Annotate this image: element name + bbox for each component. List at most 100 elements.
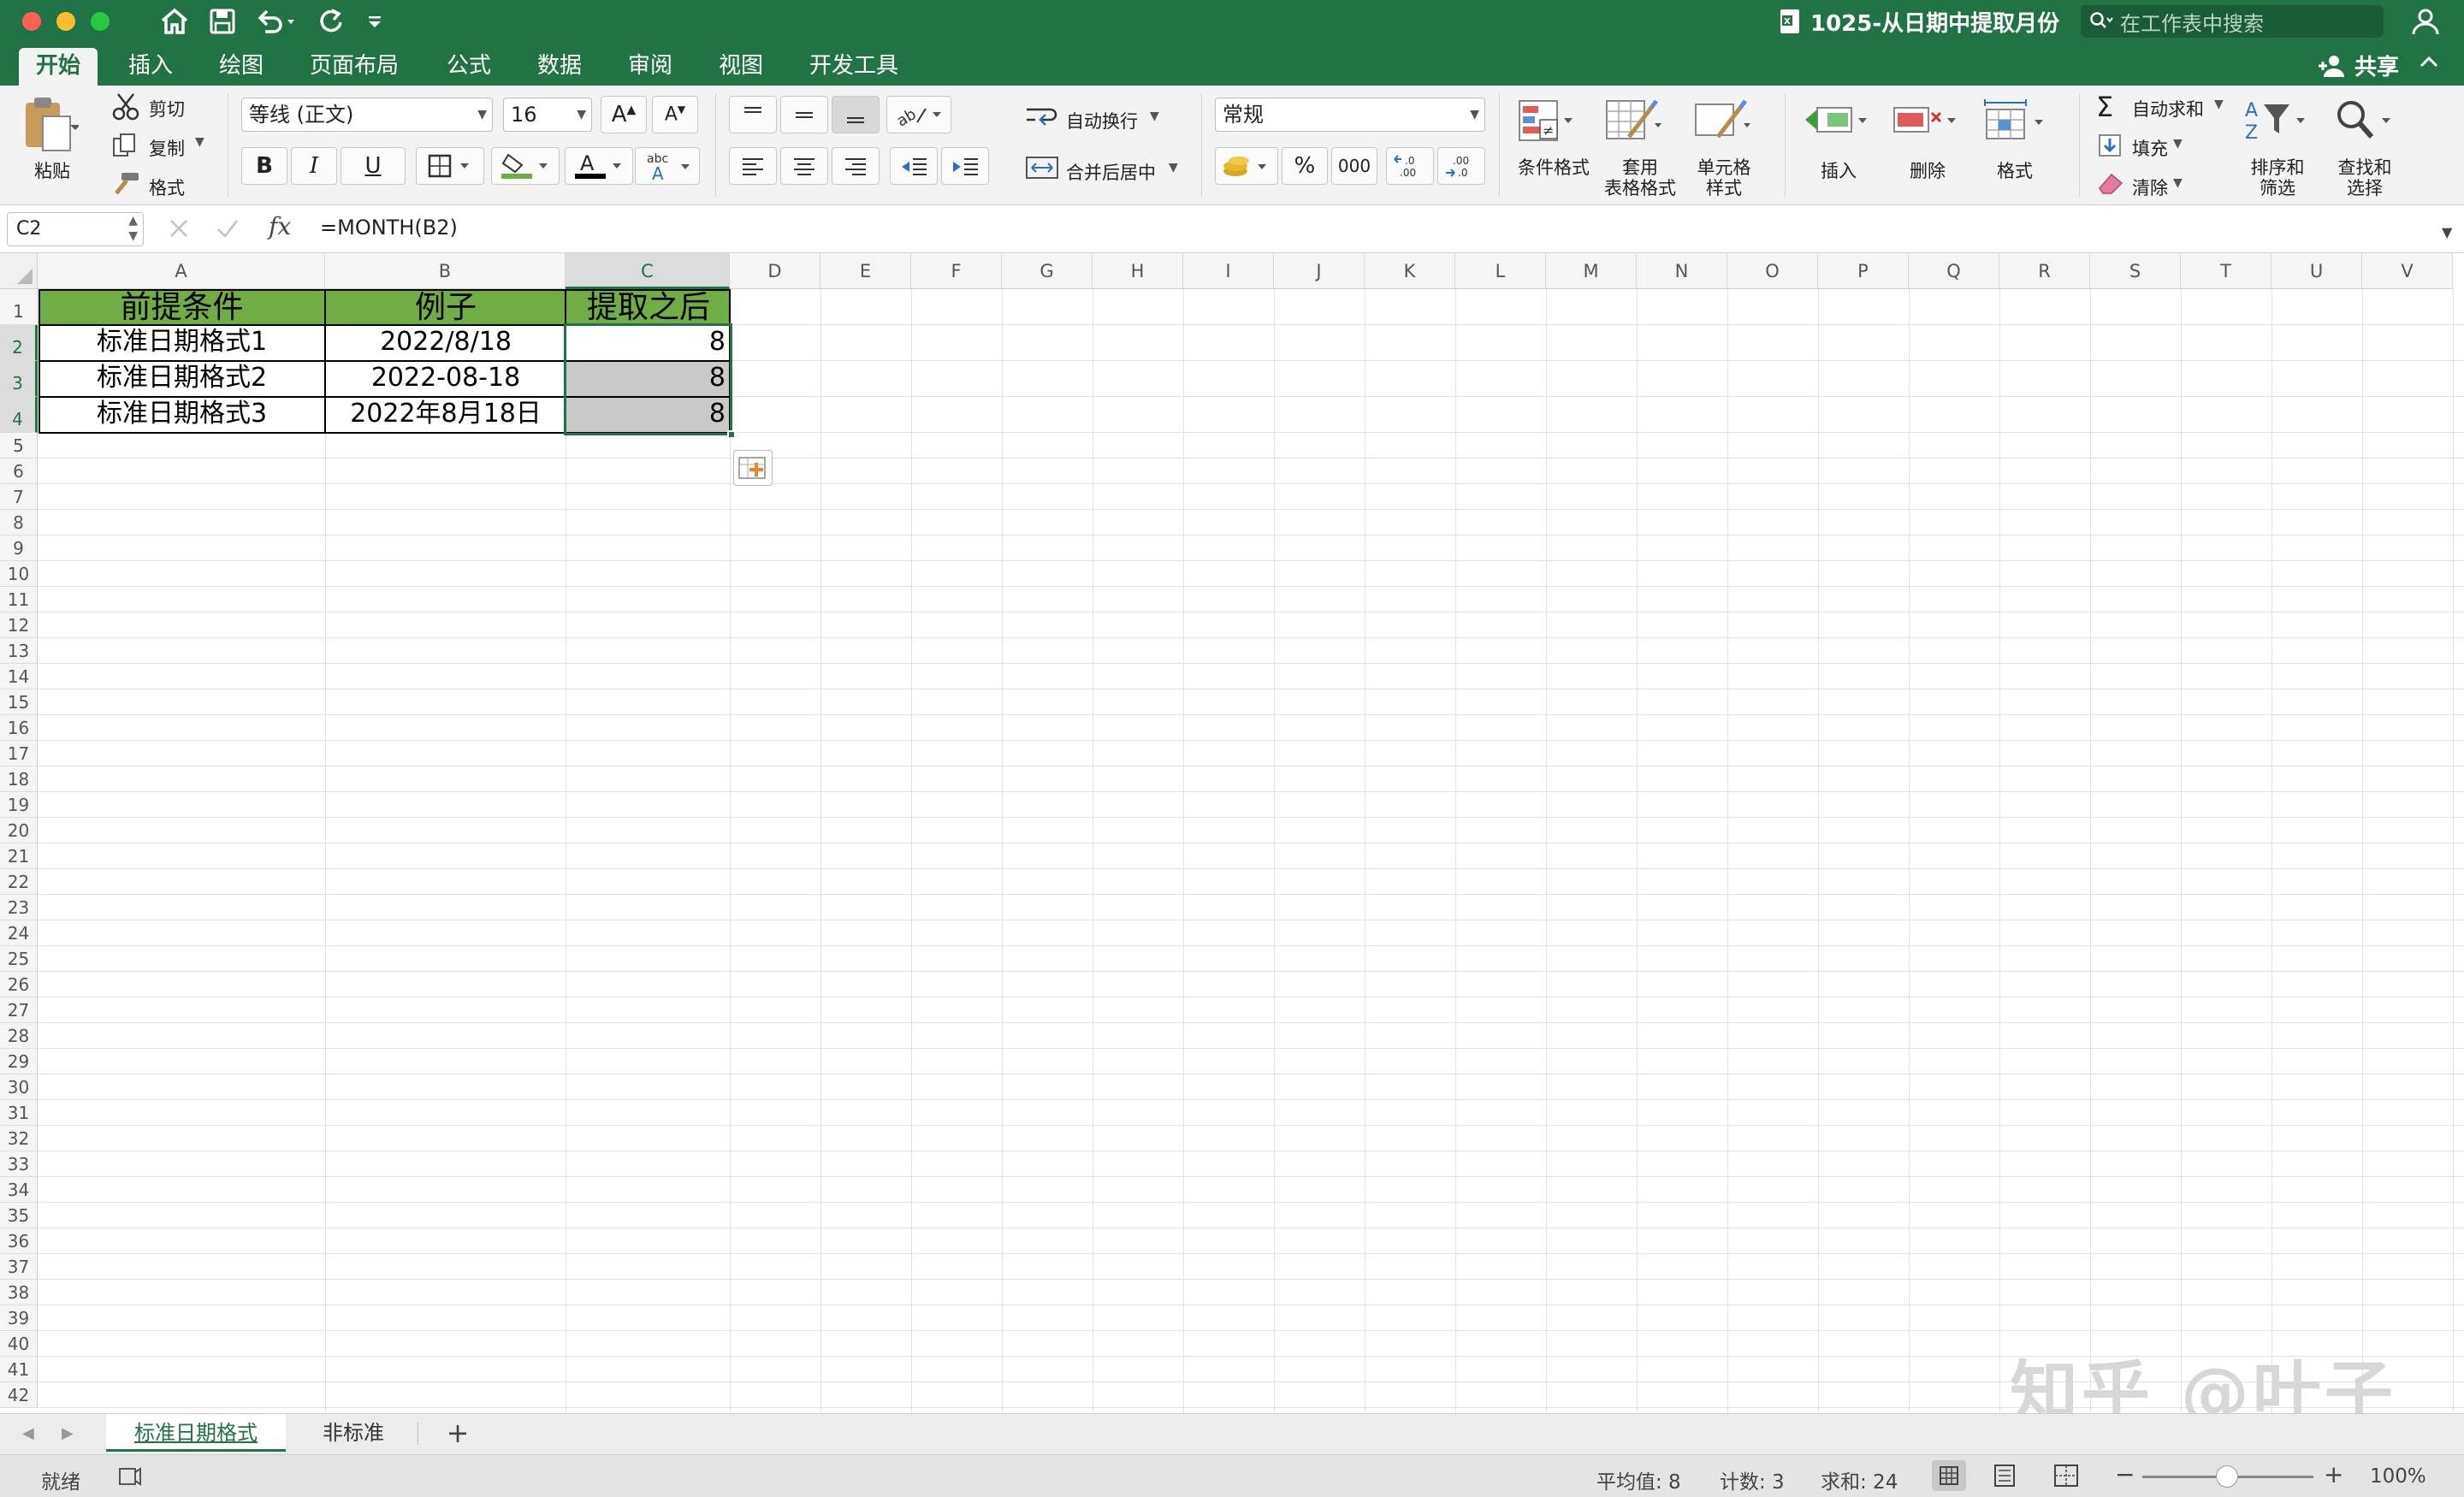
row-header-17[interactable]: 17 <box>0 741 38 766</box>
column-header-n[interactable]: N <box>1637 253 1727 289</box>
collapse-ribbon-icon[interactable] <box>2418 51 2440 77</box>
sort-filter-button[interactable]: 排序和 筛选 <box>2242 157 2313 198</box>
page-layout-view-icon[interactable] <box>1990 1462 2019 1494</box>
row-header-30[interactable]: 30 <box>0 1074 38 1100</box>
italic-button[interactable]: I <box>291 147 337 185</box>
tab-view[interactable]: 视图 <box>702 48 780 86</box>
merge-center-button[interactable]: 合并后居中 <box>1066 159 1156 185</box>
find-select-icon[interactable] <box>2332 98 2401 149</box>
row-header-9[interactable]: 9 <box>0 535 38 561</box>
row-header-8[interactable]: 8 <box>0 510 38 535</box>
quick-analysis-button[interactable] <box>733 450 773 486</box>
comma-style-button[interactable]: 000 <box>1331 147 1377 185</box>
row-header-29[interactable]: 29 <box>0 1049 38 1074</box>
wrap-text-button[interactable]: 自动换行 <box>1066 108 1138 133</box>
column-header-l[interactable]: L <box>1455 253 1546 289</box>
tab-page-layout[interactable]: 页面布局 <box>293 48 416 86</box>
borders-button[interactable] <box>416 147 484 185</box>
align-left-button[interactable] <box>729 147 777 185</box>
format-cells-icon[interactable] <box>1980 98 2053 149</box>
row-header-18[interactable]: 18 <box>0 766 38 792</box>
row-header-33[interactable]: 33 <box>0 1151 38 1177</box>
row-header-16[interactable]: 16 <box>0 715 38 741</box>
row-header-23[interactable]: 23 <box>0 895 38 920</box>
row-header-3[interactable]: 3 <box>0 361 38 397</box>
redo-icon[interactable] <box>317 7 346 36</box>
row-header-24[interactable]: 24 <box>0 920 38 946</box>
row-header-22[interactable]: 22 <box>0 869 38 895</box>
font-color-button[interactable]: A <box>565 147 633 185</box>
tab-formulas[interactable]: 公式 <box>429 48 508 86</box>
row-header-32[interactable]: 32 <box>0 1126 38 1151</box>
align-center-button[interactable] <box>780 147 828 185</box>
add-sheet-button[interactable]: + <box>436 1414 479 1452</box>
bold-button[interactable]: B <box>241 147 287 185</box>
phonetic-button[interactable]: abc A <box>635 147 700 185</box>
row-header-19[interactable]: 19 <box>0 792 38 818</box>
row-header-35[interactable]: 35 <box>0 1203 38 1228</box>
minimize-window-button[interactable] <box>56 12 75 31</box>
cut-icon[interactable] <box>111 92 140 125</box>
row-header-2[interactable]: 2 <box>0 325 38 361</box>
select-all-button[interactable] <box>0 253 38 289</box>
column-header-j[interactable]: J <box>1274 253 1365 289</box>
column-header-c[interactable]: C <box>566 253 730 289</box>
chevron-down-icon[interactable]: ▼ <box>1169 161 1178 175</box>
column-header-i[interactable]: I <box>1183 253 1274 289</box>
row-header-14[interactable]: 14 <box>0 664 38 689</box>
page-break-view-icon[interactable] <box>2052 1462 2081 1494</box>
home-icon[interactable] <box>159 7 190 36</box>
scroll-sheets-left-icon[interactable]: ◀ <box>22 1424 34 1442</box>
zoom-window-button[interactable] <box>91 12 110 31</box>
tab-draw[interactable]: 绘图 <box>202 48 281 86</box>
chevron-down-icon[interactable]: ▼ <box>2173 137 2183 151</box>
paste-button[interactable] <box>19 94 80 157</box>
row-header-6[interactable]: 6 <box>0 459 38 484</box>
delete-cells-icon[interactable] <box>1891 98 1964 149</box>
sheet-tab-standard-date[interactable]: 标准日期格式 <box>106 1414 286 1452</box>
column-header-h[interactable]: H <box>1093 253 1183 289</box>
tab-review[interactable]: 审阅 <box>611 48 690 86</box>
wrap-text-icon[interactable] <box>1025 104 1059 132</box>
row-header-21[interactable]: 21 <box>0 843 38 869</box>
column-header-u[interactable]: U <box>2272 253 2362 289</box>
row-header-37[interactable]: 37 <box>0 1254 38 1280</box>
orientation-button[interactable]: ab <box>886 96 951 133</box>
row-header-12[interactable]: 12 <box>0 612 38 638</box>
column-header-p[interactable]: P <box>1818 253 1909 289</box>
column-header-v[interactable]: V <box>2362 253 2453 289</box>
row-header-40[interactable]: 40 <box>0 1331 38 1357</box>
font-size-select[interactable]: 16 ▼ <box>503 98 592 132</box>
merge-center-icon[interactable] <box>1025 156 1059 183</box>
worksheet-grid[interactable]: ABCDEFGHIJKLMNOPQRSTUV 1 2 3 4 5 6 7 8 9 10 11 12 13… <box>0 253 2464 1413</box>
row-header-27[interactable]: 27 <box>0 997 38 1023</box>
format-as-table-button[interactable]: 套用 表格格式 <box>1598 157 1682 198</box>
tab-data[interactable]: 数据 <box>520 48 599 86</box>
cancel-entry-icon[interactable] <box>168 217 190 243</box>
cell-styles-button[interactable]: 单元格 样式 <box>1685 157 1762 198</box>
format-painter-button[interactable]: 格式 <box>149 175 185 200</box>
account-icon[interactable] <box>2411 7 2440 39</box>
find-select-button[interactable]: 查找和 选择 <box>2329 157 2401 198</box>
cell-a2[interactable]: 标准日期格式1 <box>38 325 325 359</box>
align-top-button[interactable] <box>729 96 777 133</box>
scroll-sheets-right-icon[interactable]: ▶ <box>62 1424 74 1442</box>
align-bottom-button[interactable] <box>832 96 880 133</box>
format-as-table-icon[interactable] <box>1603 96 1663 152</box>
column-header-b[interactable]: B <box>325 253 566 289</box>
chevron-down-icon[interactable]: ▼ <box>1150 109 1159 123</box>
chevron-down-icon[interactable]: ▼ <box>2173 176 2183 190</box>
column-header-r[interactable]: R <box>1999 253 2090 289</box>
sort-filter-icon[interactable]: AZ <box>2243 98 2312 149</box>
cell-a3[interactable]: 标准日期格式2 <box>38 361 325 395</box>
chevron-down-icon[interactable]: ▼ <box>2214 98 2224 111</box>
increase-font-size-button[interactable]: A▲ <box>601 96 647 133</box>
format-painter-icon[interactable] <box>111 171 140 200</box>
autosum-button[interactable]: 自动求和 <box>2132 96 2204 121</box>
row-header-10[interactable]: 10 <box>0 561 38 587</box>
column-header-t[interactable]: T <box>2181 253 2272 289</box>
accounting-format-button[interactable] <box>1215 147 1278 185</box>
row-header-20[interactable]: 20 <box>0 818 38 843</box>
tab-developer[interactable]: 开发工具 <box>792 48 915 86</box>
row-header-41[interactable]: 41 <box>0 1357 38 1382</box>
